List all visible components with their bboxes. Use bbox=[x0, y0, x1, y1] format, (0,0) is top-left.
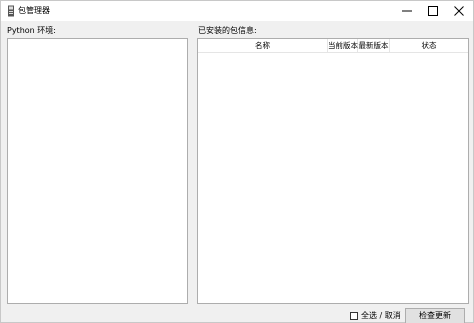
minimize-icon bbox=[402, 10, 412, 12]
column-header-name[interactable]: 名称 bbox=[198, 39, 328, 52]
check-updates-button[interactable]: 检查更新 bbox=[405, 308, 465, 323]
minimize-button[interactable] bbox=[393, 1, 421, 21]
installed-packages-table[interactable]: 名称 当前版本 最新版本 状态 bbox=[197, 38, 469, 304]
close-button[interactable] bbox=[445, 1, 473, 21]
package-manager-icon bbox=[8, 5, 14, 17]
title-bar: 包管理器 bbox=[1, 1, 473, 21]
column-header-current-version[interactable]: 当前版本 bbox=[328, 39, 358, 52]
window-title: 包管理器 bbox=[18, 6, 50, 15]
installed-packages-label: 已安装的包信息: bbox=[198, 26, 257, 35]
python-env-label: Python 环境: bbox=[7, 26, 56, 35]
python-env-list[interactable] bbox=[7, 38, 188, 304]
select-all-checkbox[interactable] bbox=[350, 312, 358, 320]
select-all-label[interactable]: 全选 / 取消 bbox=[361, 311, 401, 321]
maximize-button[interactable] bbox=[419, 1, 447, 21]
close-icon bbox=[454, 6, 464, 16]
maximize-icon bbox=[428, 6, 438, 16]
package-manager-window: 包管理器 Python 环境: 已安装的包信息: 名称 当前版本 最新版本 状态 bbox=[0, 0, 474, 323]
column-header-status[interactable]: 状态 bbox=[390, 39, 468, 52]
table-header: 名称 当前版本 最新版本 状态 bbox=[198, 39, 468, 53]
column-header-latest-version[interactable]: 最新版本 bbox=[358, 39, 390, 52]
